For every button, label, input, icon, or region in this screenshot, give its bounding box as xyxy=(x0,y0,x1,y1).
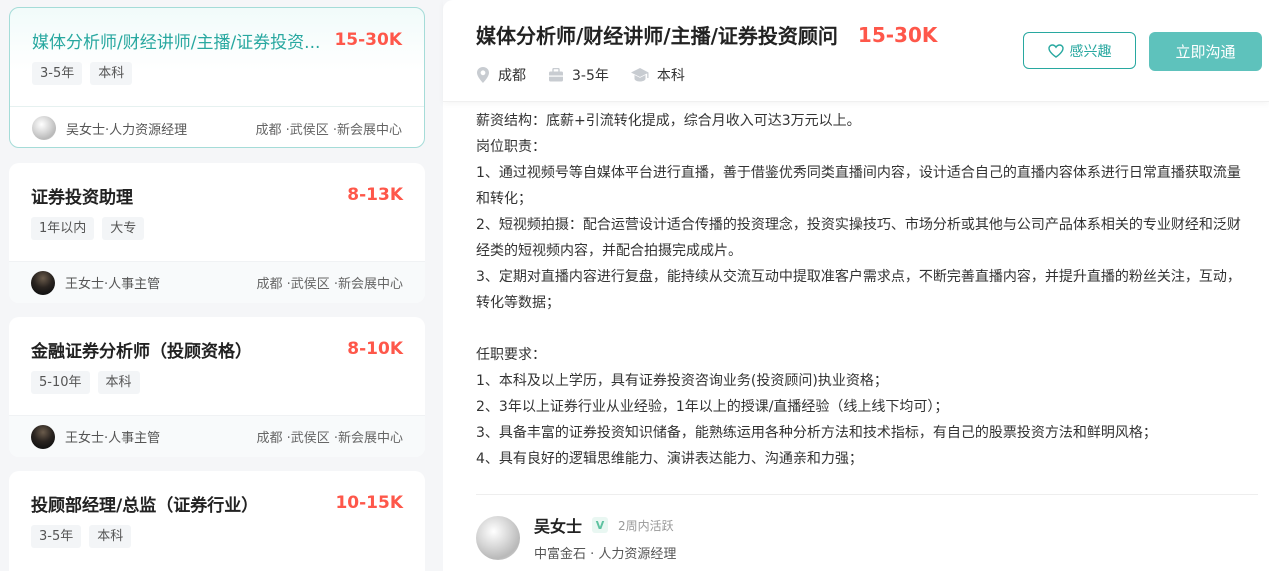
recruiter: 王女士·人事主管 xyxy=(31,424,161,449)
desc-line: 2、短视频拍摄：配合运营设计适合传播的投资理念，投资实操技巧、市场分析或其他与公… xyxy=(476,217,1241,259)
meta-experience: 3-5年 xyxy=(548,65,609,85)
avatar xyxy=(31,424,55,449)
desc-line: 3、定期对直播内容进行复盘，能持续从交流互动中提取准客户需求点，不断完善直播内容… xyxy=(476,269,1241,311)
tag-education: 本科 xyxy=(97,371,140,394)
job-title: 投顾部经理/总监（证券行业） xyxy=(31,495,259,516)
desc-line: 4、具有良好的逻辑思维能力、演讲表达能力、沟通亲和力强； xyxy=(476,451,863,467)
recruiter-name: 吴女士 xyxy=(534,517,583,536)
job-location: 成都 ·武侯区 ·新会展中心 xyxy=(256,431,403,446)
tag-education: 本科 xyxy=(90,62,133,85)
job-detail-salary: 15-30K xyxy=(857,22,938,47)
job-card-2[interactable]: 证券投资助理 8-13K 1年以内 大专 王女士·人事主管 成都 ·武侯区 ·新… xyxy=(9,163,425,303)
tag-education: 大专 xyxy=(102,217,145,240)
job-salary: 15-30K xyxy=(334,30,402,50)
job-tags: 3-5年 本科 xyxy=(32,62,402,85)
job-tags: 1年以内 大专 xyxy=(31,217,403,240)
job-card-3[interactable]: 金融证券分析师（投顾资格） 8-10K 5-10年 本科 王女士·人事主管 成都… xyxy=(9,317,425,457)
job-detail-title: 媒体分析师/财经讲师/主播/证券投资顾问 xyxy=(476,24,838,48)
job-title: 媒体分析师/财经讲师/主播/证券投资... xyxy=(32,32,321,53)
recruiter-name: 王女士·人事主管 xyxy=(65,277,161,292)
meta-city-text: 成都 xyxy=(498,68,526,84)
job-card-4[interactable]: 投顾部经理/总监（证券行业） 10-15K 3-5年 本科 xyxy=(9,471,425,571)
recruiter-name: 吴女士·人力资源经理 xyxy=(66,122,188,138)
recruiter-avatar xyxy=(476,515,520,560)
job-tags: 3-5年 本科 xyxy=(31,525,403,548)
job-location: 成都 ·武侯区 ·新会展中心 xyxy=(255,122,402,138)
job-card-header: 证券投资助理 8-13K 1年以内 大专 xyxy=(9,163,425,261)
briefcase-icon xyxy=(549,68,563,82)
meta-city: 成都 xyxy=(476,65,526,85)
tag-education: 本科 xyxy=(89,525,132,548)
desc-line: 任职要求： xyxy=(476,347,546,363)
desc-spacer xyxy=(476,316,1247,342)
verified-badge-icon: V xyxy=(592,517,609,533)
divider xyxy=(476,494,1258,495)
job-card-footer: 吴女士·人力资源经理 成都 ·武侯区 ·新会展中心 xyxy=(10,106,424,147)
recruiter-name: 王女士·人事主管 xyxy=(65,431,161,446)
heart-icon xyxy=(1047,43,1064,58)
job-tags: 5-10年 本科 xyxy=(31,371,403,394)
location-pin-icon xyxy=(477,67,489,83)
interested-label: 感兴趣 xyxy=(1069,43,1112,60)
job-location: 成都 ·武侯区 ·新会展中心 xyxy=(256,277,403,292)
job-card-header: 媒体分析师/财经讲师/主播/证券投资... 15-30K 3-5年 本科 xyxy=(10,8,424,106)
job-card-header: 投顾部经理/总监（证券行业） 10-15K 3-5年 本科 xyxy=(9,471,425,569)
active-status: 2周内活跃 xyxy=(618,518,674,533)
job-description: 薪资结构：底薪+引流转化提成，综合月收入可达3万元以上。 岗位职责： 1、通过视… xyxy=(443,102,1269,472)
job-card-footer: 王女士·人事主管 成都 ·武侯区 ·新会展中心 xyxy=(9,415,425,457)
desc-line: 岗位职责： xyxy=(476,139,546,155)
recruiter: 吴女士·人力资源经理 xyxy=(32,116,187,140)
recruiter-text: 吴女士 V 2周内活跃 中富金石 · 人力资源经理 xyxy=(534,513,676,562)
job-card-1[interactable]: 媒体分析师/财经讲师/主播/证券投资... 15-30K 3-5年 本科 吴女士… xyxy=(9,7,425,148)
tag-experience: 3-5年 xyxy=(31,525,82,548)
job-title: 证券投资助理 xyxy=(31,187,133,208)
job-salary: 8-10K xyxy=(347,339,403,359)
chat-now-button[interactable]: 立即沟通 xyxy=(1149,32,1262,71)
job-search-page: 媒体分析师/财经讲师/主播/证券投资... 15-30K 3-5年 本科 吴女士… xyxy=(0,0,1269,571)
tag-experience: 5-10年 xyxy=(31,371,90,394)
recruiter-company: 中富金石 · 人力资源经理 xyxy=(534,547,677,562)
job-list: 媒体分析师/财经讲师/主播/证券投资... 15-30K 3-5年 本科 吴女士… xyxy=(0,0,437,571)
meta-education-text: 本科 xyxy=(656,68,685,84)
recruiter-info[interactable]: 吴女士 V 2周内活跃 中富金石 · 人力资源经理 xyxy=(476,513,676,562)
avatar xyxy=(31,270,55,295)
job-detail-panel: 媒体分析师/财经讲师/主播/证券投资顾问 15-30K 成都 3-5年 本科 感… xyxy=(443,0,1269,571)
graduation-cap-icon xyxy=(630,68,649,82)
job-detail-header: 媒体分析师/财经讲师/主播/证券投资顾问 15-30K 成都 3-5年 本科 感… xyxy=(443,0,1269,102)
avatar xyxy=(32,116,56,140)
desc-line: 薪资结构：底薪+引流转化提成，综合月收入可达3万元以上。 xyxy=(476,113,861,129)
job-salary: 10-15K xyxy=(335,493,403,513)
recruiter: 王女士·人事主管 xyxy=(31,270,161,295)
desc-line: 2、3年以上证券行业从业经验，1年以上的授课/直播经验（线上线下均可）； xyxy=(476,399,949,415)
job-title: 金融证券分析师（投顾资格） xyxy=(31,341,252,362)
tag-experience: 1年以内 xyxy=(31,217,95,240)
job-card-footer: 王女士·人事主管 成都 ·武侯区 ·新会展中心 xyxy=(9,261,425,303)
tag-experience: 3-5年 xyxy=(32,62,83,85)
meta-experience-text: 3-5年 xyxy=(572,68,609,84)
desc-line: 1、通过视频号等自媒体平台进行直播，善于借鉴优秀同类直播间内容，设计适合自己的直… xyxy=(476,165,1241,207)
desc-line: 1、本科及以上学历，具有证券投资咨询业务(投资顾问)执业资格； xyxy=(476,373,888,389)
job-salary: 8-13K xyxy=(347,185,403,205)
desc-line: 3、具备丰富的证券投资知识储备，能熟练运用各种分析方法和技术指标，有自己的股票投… xyxy=(476,425,1157,441)
interested-button[interactable]: 感兴趣 xyxy=(1023,32,1136,69)
meta-education: 本科 xyxy=(630,65,685,85)
job-card-header: 金融证券分析师（投顾资格） 8-10K 5-10年 本科 xyxy=(9,317,425,415)
